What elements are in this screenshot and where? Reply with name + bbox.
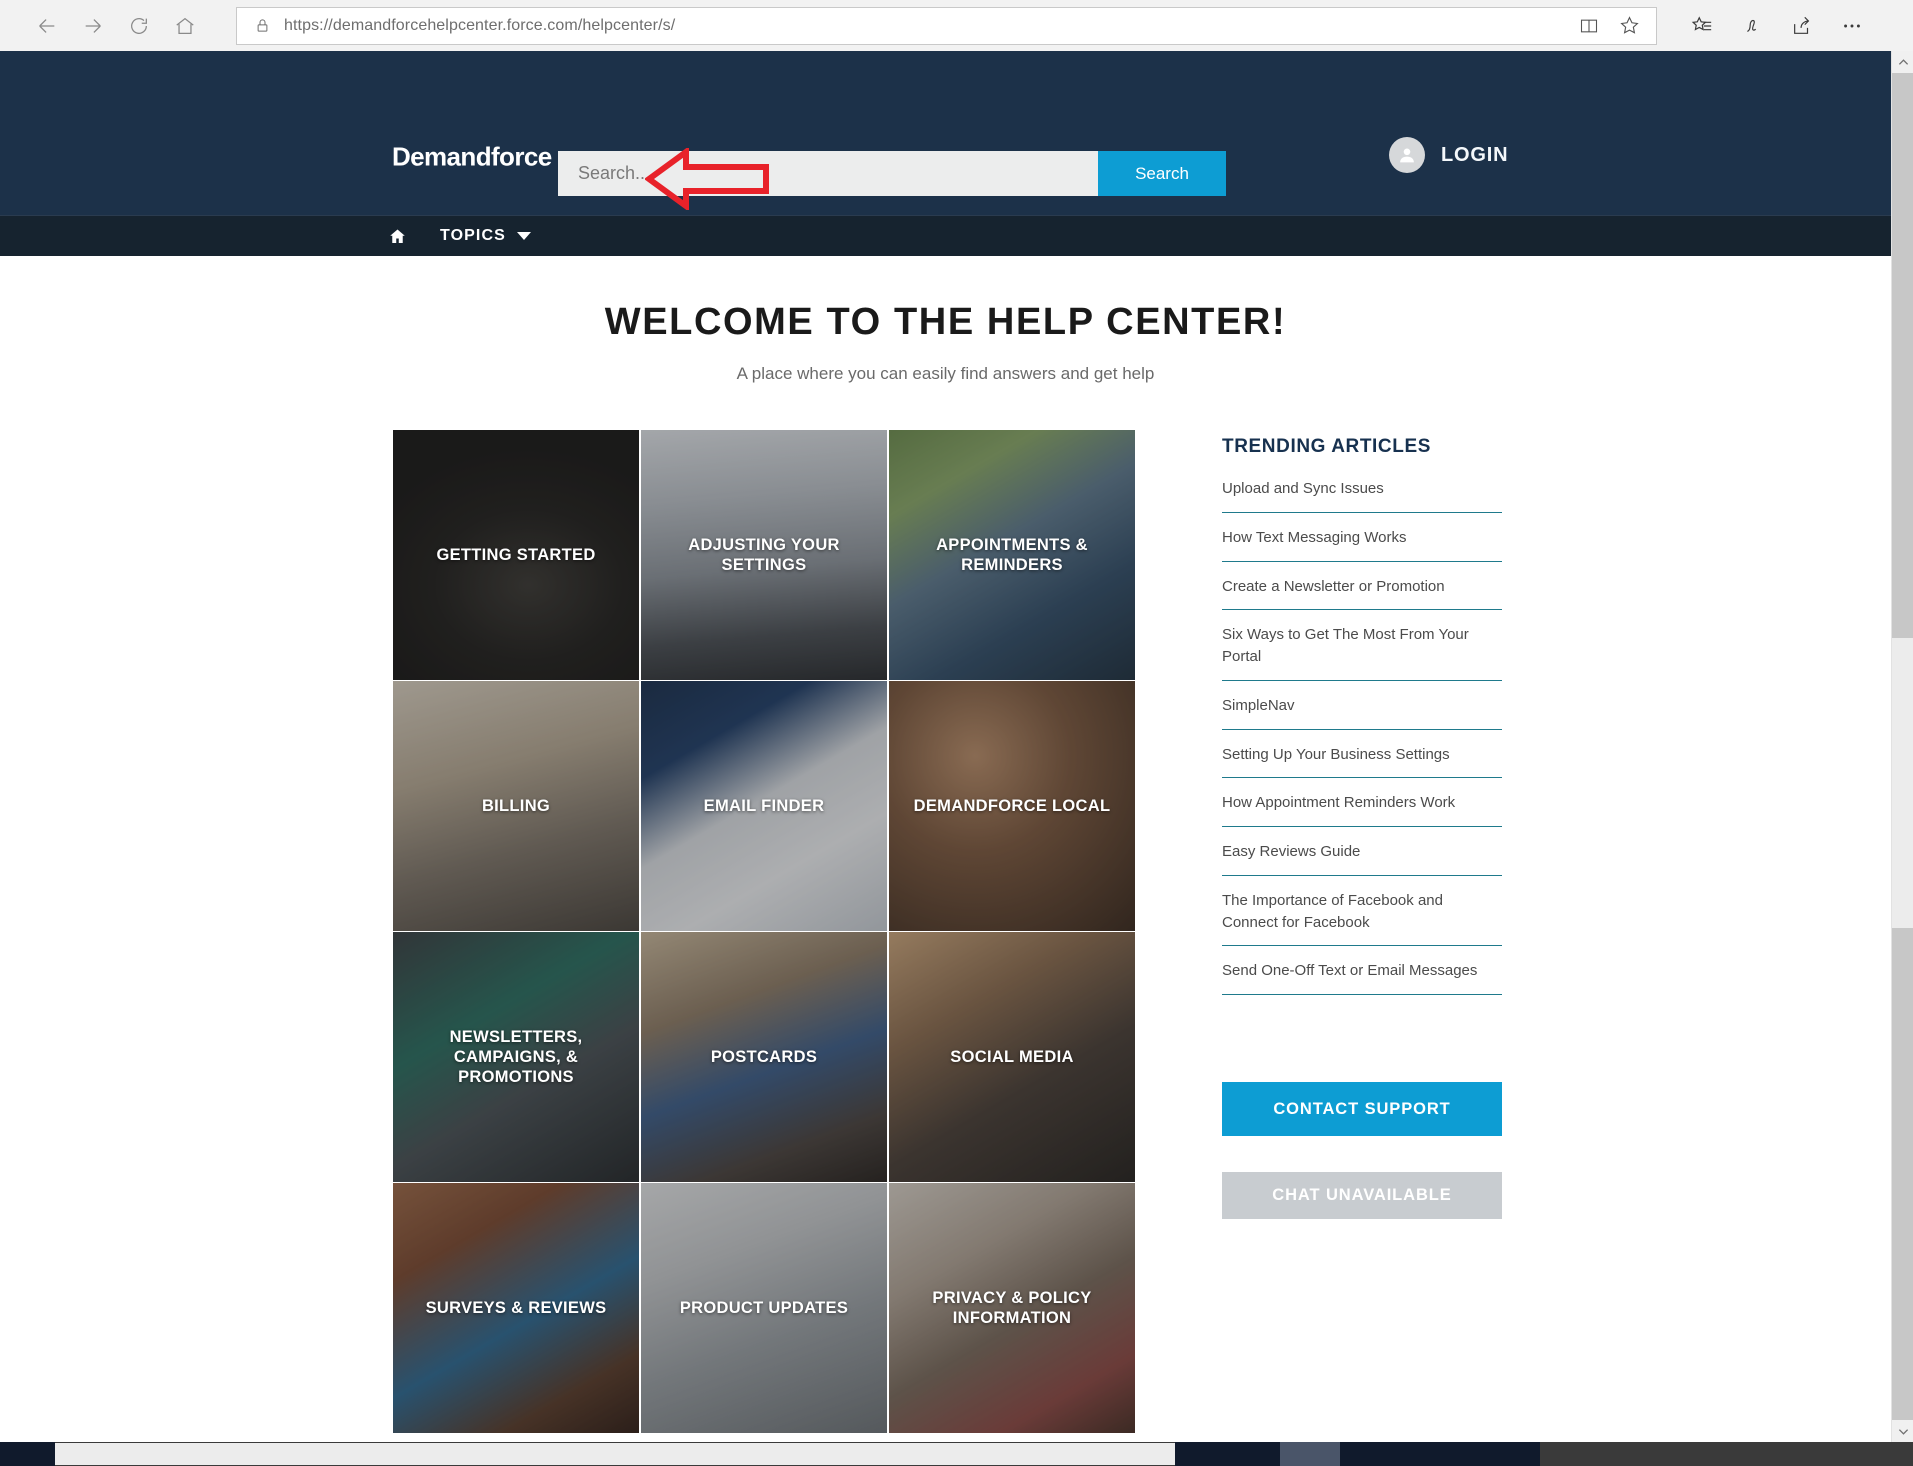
search-button[interactable]: Search xyxy=(1098,151,1226,196)
topics-menu[interactable]: TOPICS xyxy=(440,227,531,245)
site-header: Demandforce Search LOGIN xyxy=(0,51,1891,215)
trending-article-link[interactable]: How Appointment Reminders Work xyxy=(1222,792,1502,827)
trending-article-link[interactable]: Send One-Off Text or Email Messages xyxy=(1222,960,1502,995)
hub-icon[interactable] xyxy=(1691,15,1713,37)
login-button[interactable]: LOGIN xyxy=(1389,137,1508,173)
topic-tile[interactable]: SOCIAL MEDIA xyxy=(889,932,1135,1182)
lock-icon xyxy=(255,18,270,33)
more-ellipsis-icon[interactable] xyxy=(1841,15,1863,37)
tile-label: SOCIAL MEDIA xyxy=(950,1047,1074,1066)
share-icon[interactable] xyxy=(1791,15,1813,37)
tile-label: ADJUSTING YOUR SETTINGS xyxy=(688,535,840,574)
tile-label: NEWSLETTERS, CAMPAIGNS, & PROMOTIONS xyxy=(449,1027,583,1087)
topic-tile[interactable]: PRODUCT UPDATES xyxy=(641,1183,887,1433)
sidebar: TRENDING ARTICLES Upload and Sync Issues… xyxy=(1222,430,1502,1433)
tile-label: DEMANDFORCE LOCAL xyxy=(913,796,1111,815)
home-icon[interactable] xyxy=(388,227,407,246)
topics-label: TOPICS xyxy=(440,227,506,244)
topic-tile[interactable]: ADJUSTING YOUR SETTINGS xyxy=(641,430,887,680)
favorites-star-icon[interactable] xyxy=(1619,15,1640,36)
topic-tile[interactable]: PRIVACY & POLICY INFORMATION xyxy=(889,1183,1135,1433)
topic-tile[interactable]: SURVEYS & REVIEWS xyxy=(393,1183,639,1433)
page-title: WELCOME TO THE HELP CENTER! xyxy=(604,301,1287,343)
topic-tile[interactable]: BILLING xyxy=(393,681,639,931)
topic-tile[interactable]: DEMANDFORCE LOCAL xyxy=(889,681,1135,931)
tile-label: SURVEYS & REVIEWS xyxy=(425,1298,607,1317)
tile-label: POSTCARDS xyxy=(710,1047,818,1066)
refresh-icon[interactable] xyxy=(116,3,162,49)
forward-arrow-icon[interactable] xyxy=(70,3,116,49)
topic-tile[interactable]: GETTING STARTED xyxy=(393,430,639,680)
home-icon[interactable] xyxy=(162,3,208,49)
tile-label: APPOINTMENTS & REMINDERS xyxy=(936,535,1088,574)
tile-label: BILLING xyxy=(481,796,551,815)
topic-tile[interactable]: POSTCARDS xyxy=(641,932,887,1182)
user-avatar-icon xyxy=(1389,137,1425,173)
search-input[interactable] xyxy=(558,151,1098,196)
scroll-down-arrow-icon[interactable] xyxy=(1892,1420,1913,1442)
trending-article-link[interactable]: Setting Up Your Business Settings xyxy=(1222,744,1502,779)
trending-article-link[interactable]: The Importance of Facebook and Connect f… xyxy=(1222,890,1502,947)
tile-label: GETTING STARTED xyxy=(436,545,596,564)
taskbar-segment-a xyxy=(1175,1442,1280,1466)
horizontal-scroll-thumb[interactable] xyxy=(55,1443,1175,1465)
topic-tile[interactable]: APPOINTMENTS & REMINDERS xyxy=(889,430,1135,680)
taskbar-segment-b xyxy=(1280,1442,1340,1466)
tile-label: PRIVACY & POLICY INFORMATION xyxy=(932,1288,1092,1327)
reading-view-icon[interactable] xyxy=(1579,16,1599,36)
contact-support-button[interactable]: CONTACT SUPPORT xyxy=(1222,1082,1502,1136)
trending-articles-title: TRENDING ARTICLES xyxy=(1222,436,1431,457)
tile-label: PRODUCT UPDATES xyxy=(679,1298,849,1317)
topic-tile-grid: GETTING STARTED ADJUSTING YOUR SETTINGS AP… xyxy=(393,430,1135,1433)
main-content: WELCOME TO THE HELP CENTER! A place wher… xyxy=(0,301,1891,1433)
scroll-up-arrow-icon[interactable] xyxy=(1892,51,1913,73)
trending-article-link[interactable]: How Text Messaging Works xyxy=(1222,527,1502,562)
trending-article-link[interactable]: Create a Newsletter or Promotion xyxy=(1222,576,1502,611)
web-note-pen-icon[interactable] xyxy=(1741,15,1763,37)
topic-tile[interactable]: EMAIL FINDER xyxy=(641,681,887,931)
chevron-down-icon xyxy=(516,232,531,240)
trending-articles-list: Upload and Sync Issues How Text Messaging… xyxy=(1222,478,1502,995)
trending-article-link[interactable]: Easy Reviews Guide xyxy=(1222,841,1502,876)
vertical-scroll-track[interactable] xyxy=(1892,73,1913,1420)
page-viewport: Demandforce Search LOGIN xyxy=(0,51,1891,1442)
back-arrow-icon[interactable] xyxy=(24,3,70,49)
search-bar: Search xyxy=(558,151,1226,196)
trending-article-link[interactable]: Upload and Sync Issues xyxy=(1222,478,1502,513)
taskbar-segment-left xyxy=(0,1442,55,1466)
page-subtitle: A place where you can easily find answer… xyxy=(736,364,1155,383)
tile-label: EMAIL FINDER xyxy=(703,796,825,815)
topic-tile[interactable]: NEWSLETTERS, CAMPAIGNS, & PROMOTIONS xyxy=(393,932,639,1182)
browser-toolbar: https://demandforcehelpcenter.force.com/… xyxy=(0,0,1913,51)
url-text: https://demandforcehelpcenter.force.com/… xyxy=(284,16,676,34)
demandforce-logo[interactable]: Demandforce xyxy=(392,142,552,173)
topics-nav-bar: TOPICS xyxy=(0,215,1891,256)
chat-unavailable-button: CHAT UNAVAILABLE xyxy=(1222,1172,1502,1219)
vertical-scrollbar[interactable] xyxy=(1891,51,1913,1442)
vertical-scroll-thumb[interactable] xyxy=(1892,638,1913,928)
trending-article-link[interactable]: Six Ways to Get The Most From Your Porta… xyxy=(1222,624,1502,681)
trending-article-link[interactable]: SimpleNav xyxy=(1222,695,1502,730)
login-label: LOGIN xyxy=(1441,143,1509,166)
taskbar-segment-c xyxy=(1340,1442,1540,1466)
horizontal-scrollbar[interactable] xyxy=(0,1442,1913,1466)
address-bar[interactable]: https://demandforcehelpcenter.force.com/… xyxy=(236,6,1657,45)
